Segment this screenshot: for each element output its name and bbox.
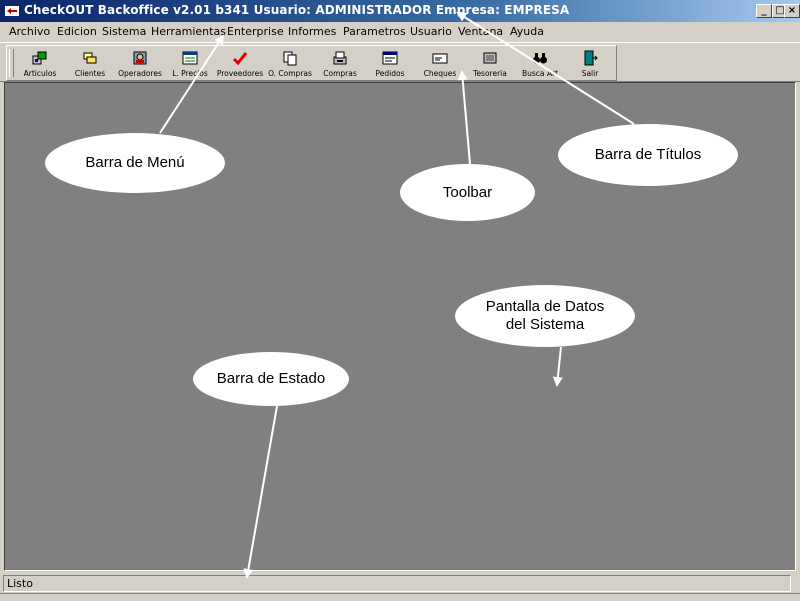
toolbar-label: Busca Art — [521, 69, 559, 78]
menu-ventana[interactable]: Ventana — [458, 25, 503, 38]
minimize-button[interactable]: _ — [756, 4, 772, 18]
toolbar-label: Proveedores — [216, 69, 264, 78]
toolbar-button-salir[interactable]: Salir — [565, 48, 615, 80]
toolbar-area: Articulos Clientes Operadores L. Precios… — [0, 42, 800, 82]
callout-title-bar: Barra de Títulos — [558, 124, 738, 186]
toolbar-label: Operadores — [118, 69, 162, 78]
window-title: CheckOUT Backoffice v2.01 b341 Usuario: … — [24, 3, 570, 17]
purchases-icon — [333, 51, 347, 65]
callout-status-bar-text: Barra de Estado — [216, 370, 326, 387]
callout-status-bar: Barra de Estado — [193, 352, 349, 406]
menu-sistema[interactable]: Sistema — [102, 25, 146, 38]
callout-toolbar-text: Toolbar — [442, 183, 493, 201]
toolbar-label: L. Precios — [172, 69, 208, 78]
title-bar: CheckOUT Backoffice v2.01 b341 Usuario: … — [0, 0, 800, 22]
toolbar-grip[interactable] — [9, 49, 14, 77]
toolbar-label: Pedidos — [375, 69, 405, 78]
callout-data-screen-line2: del Sistema — [505, 316, 585, 333]
toolbar-button-tesoreria[interactable]: Tesoreria — [465, 48, 515, 80]
articles-icon — [32, 51, 47, 65]
price-list-icon — [182, 51, 198, 65]
treasury-icon — [483, 52, 497, 64]
callout-title-bar-text: Barra de Títulos — [594, 146, 702, 163]
menu-enterprise[interactable]: Enterprise — [227, 25, 284, 38]
callout-menu-bar-text: Barra de Menú — [85, 154, 185, 171]
toolbar-button-precios[interactable]: L. Precios — [165, 48, 215, 80]
menu-edicion[interactable]: Edicion — [57, 25, 97, 38]
exit-icon — [584, 50, 598, 66]
menu-ayuda[interactable]: Ayuda — [510, 25, 544, 38]
purchase-orders-icon — [283, 51, 297, 66]
close-button[interactable]: × — [784, 4, 800, 18]
menu-herramientas[interactable]: Herramientas — [151, 25, 226, 38]
toolbar-button-pedidos[interactable]: Pedidos — [365, 48, 415, 80]
toolbar-label: Tesoreria — [473, 69, 507, 78]
toolbar-button-buscaart[interactable]: Busca Art — [515, 48, 565, 80]
status-text: Listo — [3, 575, 791, 592]
menu-parametros[interactable]: Parametros — [343, 25, 406, 38]
toolbar: Articulos Clientes Operadores L. Precios… — [6, 45, 617, 81]
toolbar-label: Cheques — [423, 69, 457, 78]
callout-toolbar: Toolbar — [400, 164, 535, 221]
toolbar-button-operadores[interactable]: Operadores — [115, 48, 165, 80]
toolbar-button-ocompras[interactable]: O. Compras — [265, 48, 315, 80]
callout-data-screen-line1: Pantalla de Datos — [485, 298, 605, 315]
checks-icon — [432, 53, 448, 64]
menu-bar: Archivo Edicion Sistema Herramientas Ent… — [0, 22, 800, 42]
toolbar-label: Clientes — [74, 69, 106, 78]
toolbar-label: Articulos — [23, 69, 57, 78]
binoculars-icon — [533, 53, 547, 64]
clients-icon — [83, 52, 97, 64]
orders-icon — [382, 51, 398, 65]
app-icon — [4, 3, 20, 19]
menu-informes[interactable]: Informes — [288, 25, 336, 38]
toolbar-label: O. Compras — [268, 69, 312, 78]
callout-data-screen: Pantalla de Datos del Sistema — [455, 285, 635, 347]
operators-icon — [133, 51, 147, 65]
toolbar-label: Compras — [323, 69, 357, 78]
toolbar-label: Salir — [581, 69, 599, 78]
toolbar-button-compras[interactable]: Compras — [315, 48, 365, 80]
toolbar-button-cheques[interactable]: Cheques — [415, 48, 465, 80]
status-bar: Listo — [0, 573, 800, 600]
menu-usuario[interactable]: Usuario — [410, 25, 452, 38]
suppliers-icon — [232, 52, 248, 66]
callout-menu-bar: Barra de Menú — [45, 133, 225, 193]
toolbar-button-articulos[interactable]: Articulos — [15, 48, 65, 80]
toolbar-button-clientes[interactable]: Clientes — [65, 48, 115, 80]
menu-archivo[interactable]: Archivo — [9, 25, 50, 38]
toolbar-button-proveedores[interactable]: Proveedores — [215, 48, 265, 80]
